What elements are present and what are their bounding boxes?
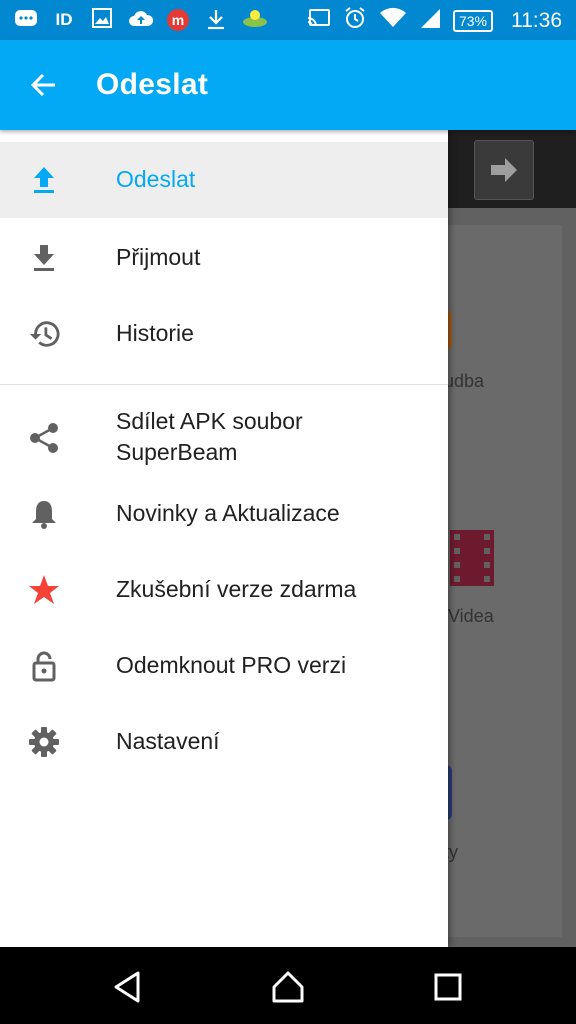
svg-text:m: m bbox=[172, 12, 184, 28]
cast-icon bbox=[307, 8, 331, 33]
category-label-music: udba bbox=[444, 371, 485, 391]
messaging-icon bbox=[14, 8, 38, 32]
upload-icon bbox=[28, 164, 60, 196]
status-bar: ID m 73% 11:36 bbox=[0, 0, 576, 40]
drawer-item-settings[interactable]: Nastavení bbox=[0, 704, 448, 780]
drawer-item-share-apk[interactable]: Sdílet APK soubor SuperBeam bbox=[0, 400, 448, 476]
share-icon bbox=[28, 422, 60, 454]
film-icon bbox=[450, 530, 494, 586]
drawer-item-label: Odeslat bbox=[116, 166, 196, 192]
image-icon bbox=[90, 8, 114, 32]
system-nav-bar bbox=[0, 947, 576, 1024]
navigation-drawer: Odeslat Přijmout Historie Sdílet APK sou… bbox=[0, 130, 448, 947]
drawer-divider bbox=[0, 384, 448, 385]
landscape-app-icon bbox=[242, 8, 267, 32]
back-nav-icon[interactable] bbox=[110, 969, 146, 1005]
drawer-item-label: Přijmout bbox=[116, 244, 201, 270]
drawer-item-history[interactable]: Historie bbox=[0, 296, 448, 372]
signal-icon bbox=[419, 7, 441, 34]
gear-icon bbox=[28, 726, 60, 758]
wifi-icon bbox=[379, 7, 407, 34]
unlock-icon bbox=[28, 650, 60, 682]
download-icon bbox=[28, 242, 60, 274]
next-button[interactable] bbox=[474, 140, 534, 200]
cloud-upload-icon bbox=[128, 8, 154, 32]
bell-icon bbox=[28, 498, 60, 530]
star-icon bbox=[28, 574, 60, 606]
download-icon bbox=[204, 8, 228, 32]
m-app-icon: m bbox=[166, 8, 190, 32]
drawer-item-send[interactable]: Odeslat bbox=[0, 142, 448, 218]
drawer-item-label: Historie bbox=[116, 320, 194, 346]
drawer-item-news[interactable]: Novinky a Aktualizace bbox=[0, 476, 448, 552]
alarm-icon bbox=[343, 6, 367, 35]
drawer-item-label: Nastavení bbox=[116, 728, 220, 754]
drawer-item-receive[interactable]: Přijmout bbox=[0, 220, 448, 296]
drawer-item-free-trial[interactable]: Zkušební verze zdarma bbox=[0, 552, 448, 628]
back-arrow-icon[interactable] bbox=[28, 69, 60, 101]
drawer-item-label: Odemknout PRO verzi bbox=[116, 652, 347, 678]
app-bar: Odeslat bbox=[0, 40, 576, 130]
id-icon: ID bbox=[55, 10, 73, 29]
battery-icon: 73% bbox=[452, 9, 493, 32]
clock: 11:36 bbox=[511, 8, 562, 32]
history-icon bbox=[28, 318, 60, 350]
drawer-item-label: Zkušební verze zdarma bbox=[116, 576, 357, 602]
recents-nav-icon[interactable] bbox=[430, 969, 466, 1005]
drawer-item-label: Novinky a Aktualizace bbox=[116, 500, 340, 526]
drawer-item-unlock-pro[interactable]: Odemknout PRO verzi bbox=[0, 628, 448, 704]
drawer-item-label: Sdílet APK soubor SuperBeam bbox=[116, 408, 303, 465]
page-title: Odeslat bbox=[96, 68, 209, 101]
arrow-right-icon bbox=[491, 158, 517, 182]
home-nav-icon[interactable] bbox=[270, 969, 306, 1005]
category-label-videos: Videa bbox=[448, 606, 494, 626]
